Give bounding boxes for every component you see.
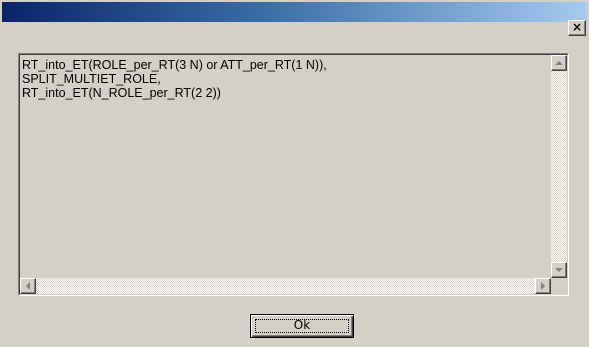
title-bar[interactable] [2, 2, 587, 22]
arrow-right-icon [541, 282, 545, 290]
close-button[interactable]: × [568, 20, 586, 36]
ok-button[interactable]: Ok [250, 314, 354, 338]
message-textarea[interactable]: RT_into_ET(ROLE_per_RT(3 N) or ATT_per_R… [18, 53, 569, 296]
horizontal-scrollbar[interactable] [20, 278, 551, 294]
message-dialog: × RT_into_ET(ROLE_per_RT(3 N) or ATT_per… [0, 0, 589, 347]
scroll-down-button[interactable] [551, 262, 567, 278]
arrow-up-icon [555, 61, 563, 65]
arrow-left-icon [26, 282, 30, 290]
vertical-scrollbar[interactable] [551, 55, 567, 278]
scroll-right-button[interactable] [535, 278, 551, 294]
close-icon: × [571, 20, 583, 34]
ok-button-label: Ok [293, 318, 311, 332]
scroll-left-button[interactable] [20, 278, 36, 294]
message-text: RT_into_ET(ROLE_per_RT(3 N) or ATT_per_R… [22, 58, 327, 100]
arrow-down-icon [555, 268, 563, 272]
scrollbar-corner [551, 278, 567, 294]
textarea-viewport: RT_into_ET(ROLE_per_RT(3 N) or ATT_per_R… [19, 54, 568, 295]
scroll-up-button[interactable] [551, 55, 567, 71]
